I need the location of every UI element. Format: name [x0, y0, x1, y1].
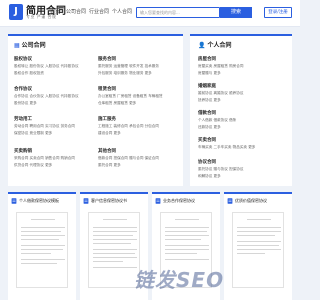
category-links[interactable]: 房屋买卖 房屋租赁 购房合同 房屋赠与 更多 [198, 63, 288, 76]
search-button[interactable]: 搜索 [220, 7, 252, 18]
category-links[interactable]: 工程施工 装修合同 承包合同 分包合同 建设合同 更多 [98, 123, 178, 136]
category-equity[interactable]: 股权协议 [14, 56, 32, 62]
document-title[interactable]: 客户信息保密协议书 [83, 198, 127, 204]
panel-title: ▦ 公司合同 [14, 42, 46, 49]
grid-icon: ▦ [14, 42, 20, 49]
category-links[interactable]: 婚前协议 离婚协议 赡养协议 抚养协议 更多 [198, 90, 288, 103]
document-icon [11, 198, 17, 204]
nav-home[interactable]: 首页 [50, 8, 60, 15]
nav-personal-contracts[interactable]: 个人合同 [112, 8, 132, 15]
nav-industry-contracts[interactable]: 行业合同 [89, 8, 109, 15]
category-lease[interactable]: 租赁合同 [98, 86, 116, 92]
user-icon: 👤 [198, 42, 206, 49]
watermark: 链发SEO [134, 268, 225, 292]
category-links[interactable]: 委托服务 运营管理 软件开发 技术服务 外包服务 培训服务 物业服务 更多 [98, 63, 178, 76]
category-housing[interactable]: 房屋合同 [198, 56, 216, 62]
category-labor[interactable]: 劳动用工 [14, 116, 32, 122]
category-links[interactable]: 个人借款 借款协议 借条 还款协议 更多 [198, 117, 288, 130]
category-links[interactable]: 车辆买卖 二手车买卖 物品买卖 更多 [198, 144, 288, 151]
document-icon [227, 198, 233, 204]
category-agreement[interactable]: 协议合同 [198, 159, 216, 165]
category-trade[interactable]: 买卖购销 [14, 148, 32, 154]
document-thumbnail[interactable] [16, 212, 68, 288]
panel-title: 👤 个人合同 [198, 42, 232, 49]
category-cooperation[interactable]: 合作协议 [14, 86, 32, 92]
category-links[interactable]: 劳动合同 聘用合同 实习协议 劳务合同 保密协议 竞业限制 更多 [14, 123, 94, 136]
company-contracts-panel: ▦ 公司合同 股权协议 股权转让 股份协议 入股协议 代持股协议 股权合作 股权投资… [8, 34, 183, 186]
document-icon [155, 198, 161, 204]
category-other[interactable]: 其他合同 [98, 148, 116, 154]
login-button[interactable]: 登录/注册 [264, 7, 292, 18]
personal-contracts-panel: 👤 个人合同 房屋合同 房屋买卖 房屋租赁 购房合同 房屋赠与 更多 婚姻家庭 婚前… [190, 34, 292, 186]
document-title[interactable]: 个人借款保密协议模板 [11, 198, 59, 204]
document-title[interactable]: 优质价值保密协议 [227, 198, 267, 204]
logo-icon[interactable]: J [9, 4, 23, 20]
document-thumbnail[interactable] [232, 212, 284, 288]
header: J 简用合同 专业 严谨 合规 首页 公司合同 行业合同 个人合同 输入您要查找… [0, 0, 300, 27]
document-icon [83, 198, 89, 204]
category-service[interactable]: 服务合同 [98, 56, 116, 62]
document-card[interactable]: 个人借款保密协议模板 [8, 192, 76, 300]
category-construction[interactable]: 施工服务 [98, 116, 116, 122]
category-links[interactable]: 委托协议 赠与协议 担保协议 和解协议 更多 [198, 166, 288, 179]
nav-company-contracts[interactable]: 公司合同 [66, 8, 86, 15]
document-card[interactable]: 优质价值保密协议 [224, 192, 292, 300]
category-links[interactable]: 采购合同 买卖合同 销售合同 购销合同 供货合同 代理协议 更多 [14, 155, 94, 168]
category-links[interactable]: 办公室租赁 厂房租赁 设备租赁 车辆租赁 仓库租赁 房屋租赁 更多 [98, 93, 178, 106]
category-links[interactable]: 借款合同 担保合同 赠与合同 保证合同 委托合同 更多 [98, 155, 178, 168]
category-links[interactable]: 合作协议 合伙协议 入股协议 代持股协议 股份协议 更多 [14, 93, 94, 106]
category-loan[interactable]: 借款合同 [198, 110, 216, 116]
document-title[interactable]: 业务合作保密协议 [155, 198, 195, 204]
category-marriage[interactable]: 婚姻家庭 [198, 83, 216, 89]
category-links[interactable]: 股权转让 股份协议 入股协议 代持股协议 股权合作 股权投资 [14, 63, 94, 76]
category-sale[interactable]: 买卖合同 [198, 137, 216, 143]
search-input[interactable]: 输入您要查找的内容... [136, 7, 220, 18]
document-thumbnail[interactable] [88, 212, 140, 288]
